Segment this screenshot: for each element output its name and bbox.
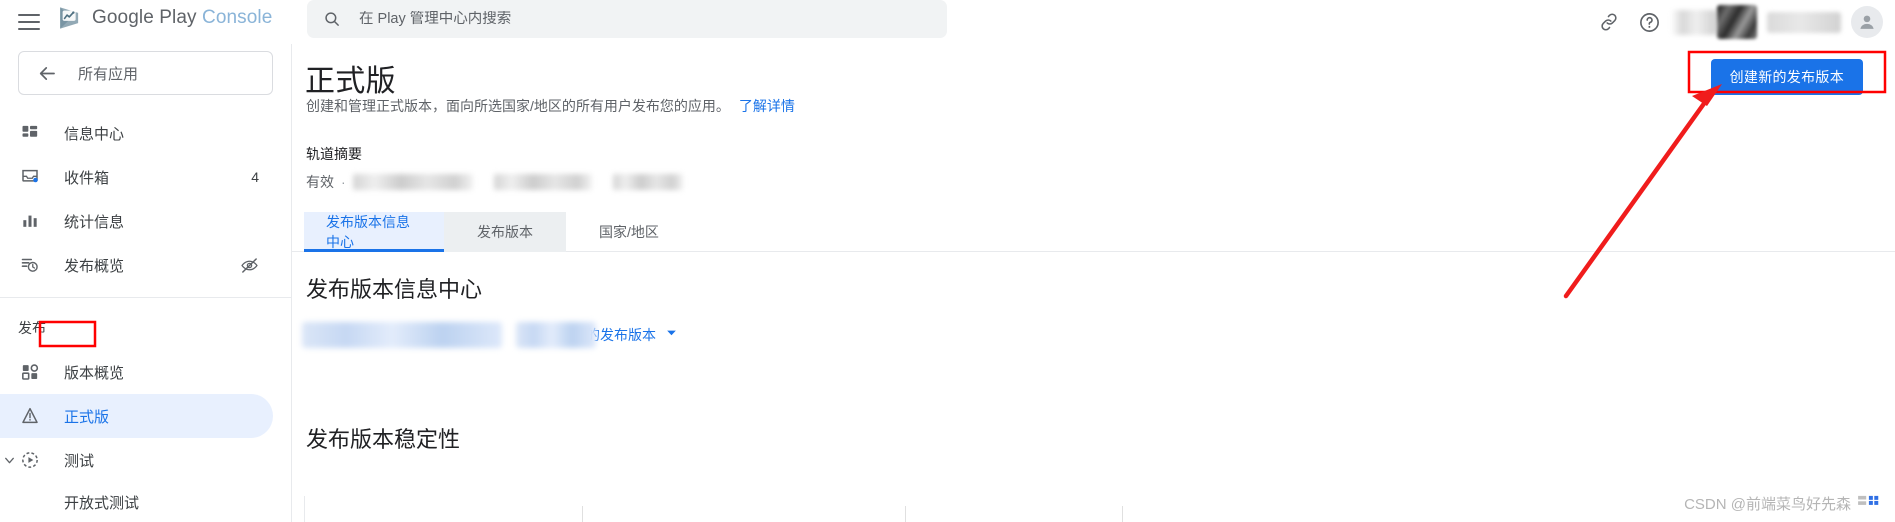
section-heading-release-dashboard: 发布版本信息中心 (306, 277, 483, 302)
sidebar-subitem-open-testing[interactable]: 开放式测试 (0, 482, 291, 522)
redacted-release-version (516, 322, 596, 348)
sidebar-item-label: 收件箱 (64, 169, 110, 187)
page-title: 正式版 (305, 65, 396, 98)
watermark-text: CSDN @前端菜鸟好先森 (1684, 496, 1851, 513)
search-input[interactable] (359, 11, 931, 27)
chevron-expand-icon[interactable] (2, 453, 16, 467)
sidebar-subitem-label: 开放式测试 (64, 494, 140, 512)
sidebar-item-label: 发布概览 (64, 257, 125, 275)
google-play-console-logo-icon (60, 7, 79, 29)
brand-title: Google Play Console (92, 7, 272, 29)
csdn-logo-icon (1857, 495, 1879, 513)
page-subtitle-text: 创建和管理正式版本，面向所选国家/地区的所有用户发布您的应用。 (306, 98, 730, 114)
sidebar-item-inbox[interactable]: 收件箱 4 (0, 155, 273, 199)
help-circle-icon[interactable] (1629, 2, 1669, 42)
csdn-watermark: CSDN @前端菜鸟好先森 (1684, 493, 1879, 514)
sidebar-item-dashboard[interactable]: 信息中心 (0, 111, 273, 155)
sidebar-item-testing[interactable]: 测试 (0, 438, 273, 482)
page-subtitle: 创建和管理正式版本，面向所选国家/地区的所有用户发布您的应用。 了解详情 (306, 96, 795, 116)
left-navigation-sidebar: 所有应用 信息中心 收件箱 4 统计信息 发布概览 发布 版本概览 正式版 测试… (0, 44, 292, 522)
dashboard-icon (18, 121, 42, 145)
search-icon (325, 12, 339, 26)
all-apps-button[interactable]: 所有应用 (18, 51, 273, 95)
search-bar[interactable] (307, 0, 947, 38)
sidebar-item-label: 测试 (64, 452, 95, 470)
chart-gridline (905, 506, 906, 522)
redacted-release-name (302, 322, 502, 348)
sidebar-item-production[interactable]: 正式版 (0, 394, 273, 438)
track-status-text: 有效 (306, 174, 334, 190)
release-overview-icon (18, 253, 42, 277)
sidebar-item-label: 信息中心 (64, 125, 125, 143)
tab-releases[interactable]: 发布版本 (444, 212, 566, 252)
tab-release-dashboard[interactable]: 发布版本信息中心 (304, 212, 444, 252)
sidebar-item-statistics[interactable]: 统计信息 (0, 199, 273, 243)
sidebar-item-label: 版本概览 (64, 364, 125, 382)
section-heading-release-stability: 发布版本稳定性 (306, 427, 461, 452)
sidebar-section-publish-label: 发布 (18, 320, 46, 336)
sidebar-item-release-overview[interactable]: 发布概览 (0, 243, 273, 287)
chart-gridline (582, 506, 583, 522)
eye-off-icon[interactable] (240, 256, 259, 275)
release-selector[interactable]: 的发布版本 (302, 322, 678, 348)
main-content-area: 正式版 创建和管理正式版本，面向所选国家/地区的所有用户发布您的应用。 了解详情 … (292, 44, 1895, 522)
release-tabs: 发布版本信息中心 发布版本 国家/地区 (292, 212, 1895, 252)
redacted-app-icon (1717, 5, 1757, 39)
redacted-track-value-2 (493, 174, 592, 190)
arrow-left-icon (39, 66, 55, 80)
redacted-track-value-1 (352, 174, 473, 190)
play-circle-icon (18, 448, 42, 472)
track-status-separator: · (341, 174, 346, 190)
redacted-top-text-2 (1767, 11, 1841, 33)
tab-label: 国家/地区 (599, 224, 659, 240)
inbox-unread-badge: 4 (251, 169, 259, 185)
track-status-row: 有效 · (306, 172, 683, 192)
avatar[interactable] (1851, 6, 1883, 38)
sidebar-item-label: 统计信息 (64, 213, 125, 231)
top-bar-actions (1589, 0, 1883, 44)
grid-shapes-icon (18, 360, 42, 384)
top-app-bar: Google Play Console (0, 0, 1895, 44)
chart-panel-left-edge (304, 496, 305, 522)
brand-logo-group[interactable]: Google Play Console (57, 5, 272, 31)
learn-more-link[interactable]: 了解详情 (739, 98, 795, 114)
all-apps-label: 所有应用 (78, 65, 139, 83)
track-summary-label: 轨道摘要 (306, 146, 362, 162)
sidebar-item-label: 正式版 (64, 408, 110, 426)
release-selector-label: 的发布版本 (586, 327, 656, 343)
production-warning-icon (18, 404, 42, 428)
brand-title-primary: Google Play (92, 7, 197, 28)
inbox-icon (18, 165, 42, 189)
chart-gridline (1122, 506, 1123, 522)
sidebar-item-release-summary[interactable]: 版本概览 (0, 350, 273, 394)
link-icon[interactable] (1589, 2, 1629, 42)
tab-label: 发布版本 (477, 224, 533, 240)
tab-label: 发布版本信息中心 (326, 214, 410, 250)
redacted-top-text-1 (1671, 9, 1717, 35)
redacted-track-value-3 (612, 174, 683, 190)
create-new-release-button[interactable]: 创建新的发布版本 (1710, 59, 1863, 95)
chevron-down-icon[interactable] (665, 326, 678, 344)
brand-title-secondary: Console (202, 7, 273, 28)
tab-countries-regions[interactable]: 国家/地区 (574, 212, 684, 252)
bar-chart-icon (18, 209, 42, 233)
play-console-window: Google Play Console 在 Play 管理中心内搜索 所有应用 … (0, 0, 1895, 522)
hamburger-menu-icon[interactable] (18, 8, 46, 36)
